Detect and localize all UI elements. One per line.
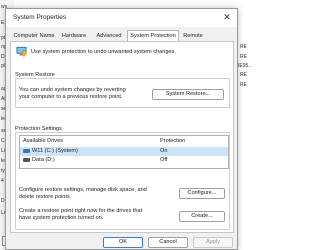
drive-row[interactable]: W11 (C:) (System) On (20, 147, 228, 156)
drives-list[interactable]: Available Drives Protection W11 (C:) (Sy… (19, 135, 229, 169)
tab-hardware[interactable]: Hardware (58, 31, 90, 41)
close-icon: ✕ (223, 12, 231, 22)
drive-icon (23, 158, 30, 162)
drive-row[interactable]: Data (D:) Off (20, 156, 228, 165)
tab-bar: Computer Name Hardware Advanced System P… (10, 30, 235, 42)
create-text: have system protection turned on. (19, 215, 104, 221)
list-header: Available Drives Protection (20, 136, 228, 146)
drive-icon (23, 149, 30, 153)
system-properties-dialog: System Properties ✕ Computer Name Hardwa… (5, 8, 238, 250)
title-bar[interactable]: System Properties ✕ (6, 9, 237, 27)
column-header-protection[interactable]: Protection (160, 138, 185, 144)
cancel-button[interactable]: Cancel (148, 237, 188, 248)
close-button[interactable]: ✕ (220, 11, 234, 24)
create-text: Create a restore point right now for the… (19, 208, 143, 214)
bg-text: RE (240, 72, 247, 78)
tab-advanced[interactable]: Advanced (92, 31, 126, 41)
configure-button[interactable]: Configure... (179, 188, 225, 199)
bg-text: IE95... (238, 63, 253, 69)
drive-name: Data (D:) (32, 157, 55, 163)
background-window-right: RE RE IE95... RE RE (238, 0, 267, 250)
bg-text: RE (240, 54, 247, 60)
tab-computer-name[interactable]: Computer Name (12, 31, 56, 41)
bg-text: RE (240, 82, 247, 88)
system-restore-text: You can undo system changes by reverting (19, 87, 126, 93)
tab-remote[interactable]: Remote (181, 31, 205, 41)
create-button[interactable]: Create... (179, 211, 225, 222)
ok-button[interactable]: OK (103, 237, 143, 248)
tab-panel: Use system protection to undo unwanted s… (10, 41, 234, 233)
system-restore-label: System Restore (14, 72, 56, 78)
intro-text: Use system protection to undo unwanted s… (31, 49, 176, 55)
drive-name: W11 (C:) (System) (32, 148, 78, 154)
system-protection-icon (16, 46, 27, 57)
system-restore-text: your computer to a previous restore poin… (19, 94, 123, 100)
bg-text: 4 (1, 178, 4, 184)
drive-protection: Off (160, 157, 168, 163)
configure-text: delete restore points. (19, 194, 72, 200)
apply-button[interactable]: Apply (193, 237, 233, 248)
configure-text: Configure restore settings, manage disk … (19, 187, 147, 193)
system-restore-button[interactable]: System Restore... (152, 89, 224, 100)
bg-text: RE (240, 44, 247, 50)
drive-protection: On (160, 148, 168, 154)
dialog-title: System Properties (13, 14, 67, 21)
column-header-drives[interactable]: Available Drives (23, 138, 63, 144)
